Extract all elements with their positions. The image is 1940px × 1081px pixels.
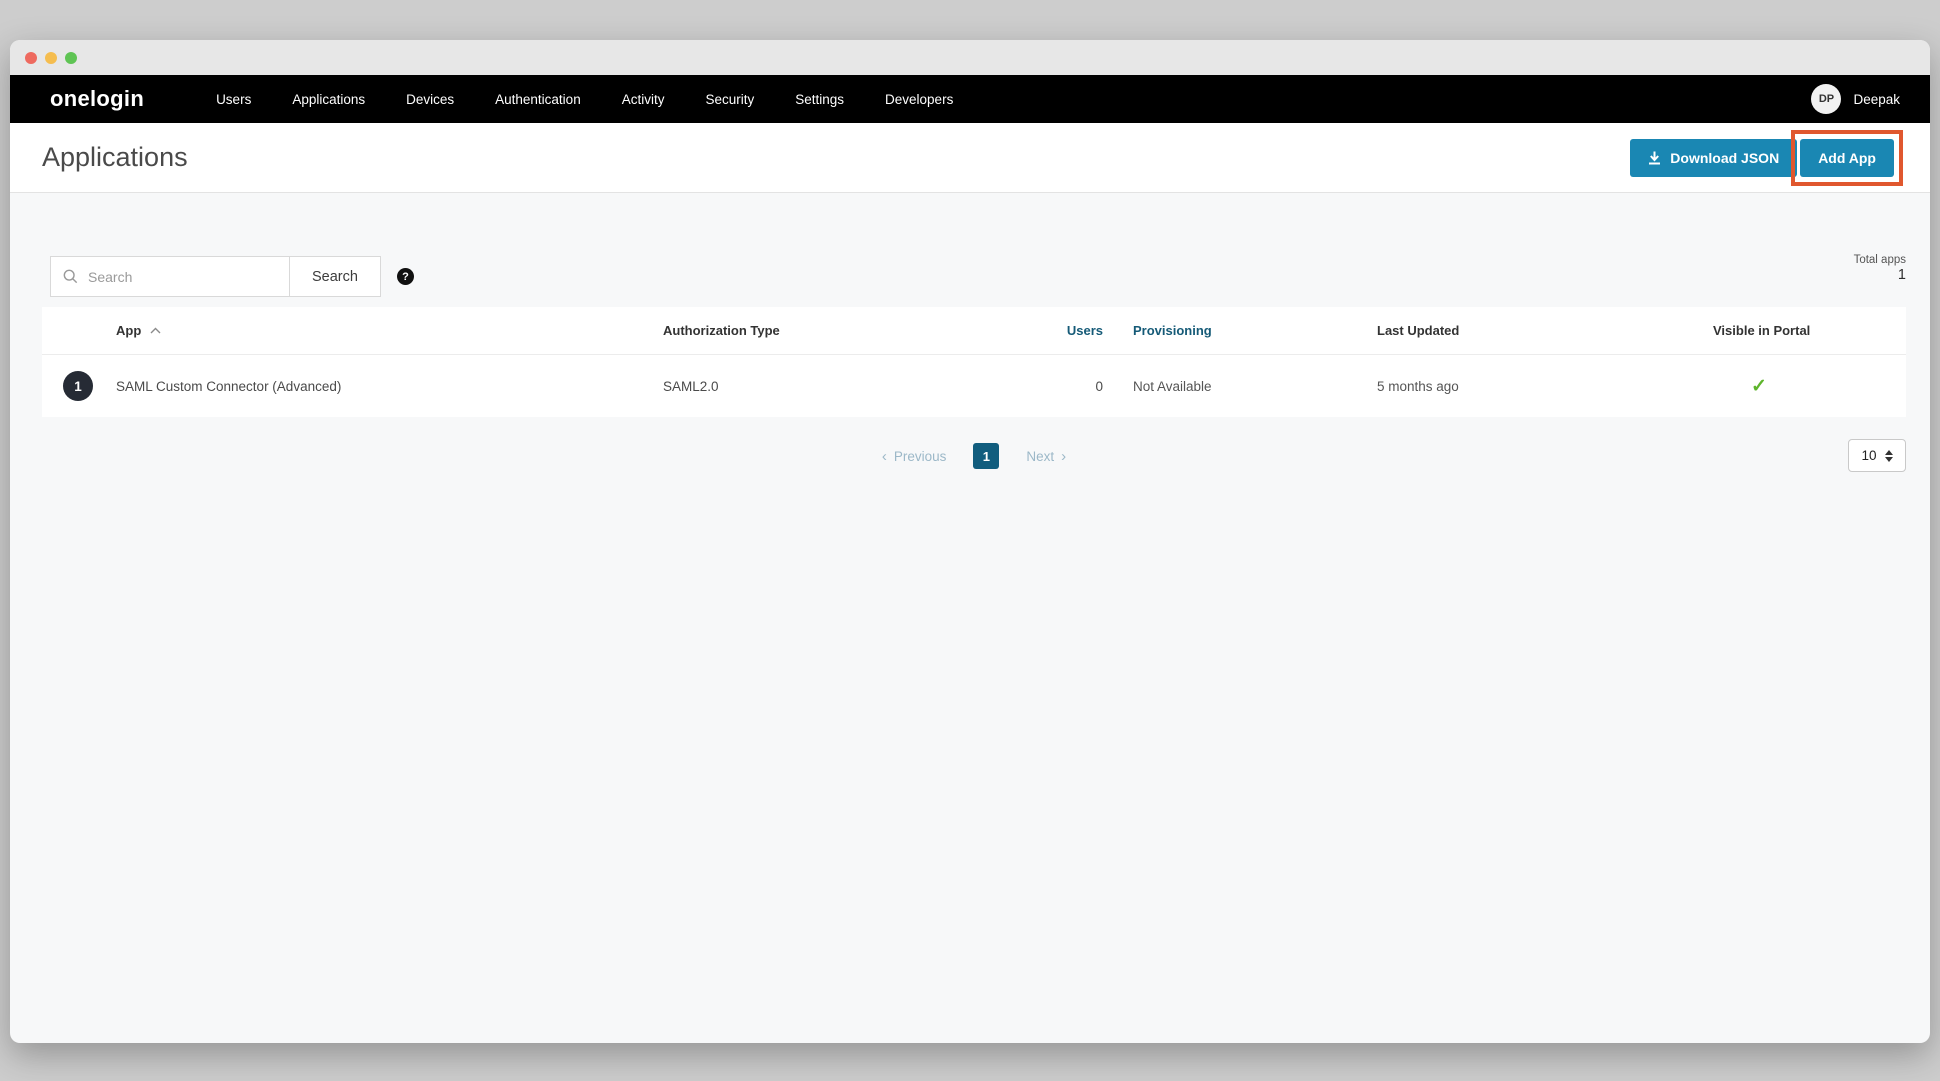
total-apps-summary: Total apps 1 <box>1854 254 1906 283</box>
column-header-app[interactable]: App <box>42 323 663 338</box>
pagination-row: ‹ Previous 1 Next › 10 <box>42 439 1906 473</box>
nav-item-settings[interactable]: Settings <box>795 92 844 107</box>
column-header-authorization-type: Authorization Type <box>663 323 1010 338</box>
pagination: ‹ Previous 1 Next › <box>42 443 1906 469</box>
app-window: onelogin Users Applications Devices Auth… <box>10 40 1930 1043</box>
next-page-button[interactable]: Next › <box>1026 448 1066 465</box>
download-icon <box>1648 151 1661 165</box>
top-nav: onelogin Users Applications Devices Auth… <box>10 75 1930 123</box>
column-header-app-label: App <box>116 323 141 338</box>
header-actions: Download JSON Add App <box>1630 130 1903 186</box>
chevron-right-icon: › <box>1061 448 1066 465</box>
nav-item-users[interactable]: Users <box>216 92 251 107</box>
search-input[interactable] <box>88 269 277 285</box>
row-number-badge: 1 <box>63 371 93 401</box>
current-page-button[interactable]: 1 <box>973 443 999 469</box>
toolbar: Search ? Total apps 1 <box>50 256 1906 297</box>
add-app-highlight-box: Add App <box>1791 130 1903 186</box>
page-size-stepper[interactable]: 10 <box>1848 439 1906 472</box>
help-icon[interactable]: ? <box>397 268 414 285</box>
users-count-cell: 0 <box>1010 379 1103 394</box>
avatar[interactable]: DP <box>1811 84 1841 114</box>
previous-label: Previous <box>894 449 947 464</box>
app-cell: 1 SAML Custom Connector (Advanced) <box>42 371 663 401</box>
search-box <box>50 256 290 297</box>
previous-page-button[interactable]: ‹ Previous <box>882 448 947 465</box>
user-menu[interactable]: DP Deepak <box>1811 84 1900 114</box>
nav-item-applications[interactable]: Applications <box>292 92 365 107</box>
zoom-window-icon[interactable] <box>65 52 77 64</box>
window-titlebar <box>10 40 1930 75</box>
page-title: Applications <box>42 142 188 173</box>
stepper-arrows-icon <box>1885 450 1893 462</box>
search-button[interactable]: Search <box>289 256 381 297</box>
search-group: Search <box>50 256 381 297</box>
user-name: Deepak <box>1853 92 1900 107</box>
chevron-left-icon: ‹ <box>882 448 887 465</box>
visible-in-portal-cell: ✓ <box>1713 375 1906 398</box>
column-header-last-updated: Last Updated <box>1377 323 1713 338</box>
minimize-window-icon[interactable] <box>45 52 57 64</box>
nav-item-authentication[interactable]: Authentication <box>495 92 581 107</box>
column-header-provisioning[interactable]: Provisioning <box>1103 323 1377 338</box>
close-window-icon[interactable] <box>25 52 37 64</box>
page-size-value: 10 <box>1861 448 1876 463</box>
visible-check-icon: ✓ <box>1751 376 1767 397</box>
applications-table: App Authorization Type Users Provisionin… <box>42 307 1906 417</box>
nav-item-security[interactable]: Security <box>705 92 754 107</box>
add-app-button[interactable]: Add App <box>1800 139 1894 177</box>
column-header-users[interactable]: Users <box>1010 323 1103 338</box>
next-label: Next <box>1026 449 1054 464</box>
add-app-label: Add App <box>1818 150 1876 166</box>
provisioning-cell: Not Available <box>1103 379 1377 394</box>
app-name[interactable]: SAML Custom Connector (Advanced) <box>116 379 341 394</box>
page-header: Applications Download JSON Add App <box>10 123 1930 193</box>
onelogin-logo: onelogin <box>50 86 144 112</box>
sort-ascending-icon <box>150 327 161 334</box>
nav-menu: Users Applications Devices Authenticatio… <box>216 92 953 107</box>
nav-item-developers[interactable]: Developers <box>885 92 953 107</box>
search-icon <box>63 268 78 285</box>
total-apps-count: 1 <box>1854 267 1906 283</box>
table-row[interactable]: 1 SAML Custom Connector (Advanced) SAML2… <box>42 355 1906 417</box>
table-header-row: App Authorization Type Users Provisionin… <box>42 307 1906 355</box>
download-json-button[interactable]: Download JSON <box>1630 139 1797 177</box>
column-header-visible-in-portal: Visible in Portal <box>1713 323 1906 338</box>
total-apps-label: Total apps <box>1854 254 1906 266</box>
content-area: Search ? Total apps 1 App Authorization … <box>10 256 1930 473</box>
authorization-type-cell: SAML2.0 <box>663 379 1010 394</box>
nav-item-activity[interactable]: Activity <box>622 92 665 107</box>
last-updated-cell: 5 months ago <box>1377 379 1713 394</box>
nav-item-devices[interactable]: Devices <box>406 92 454 107</box>
download-json-label: Download JSON <box>1670 150 1779 166</box>
